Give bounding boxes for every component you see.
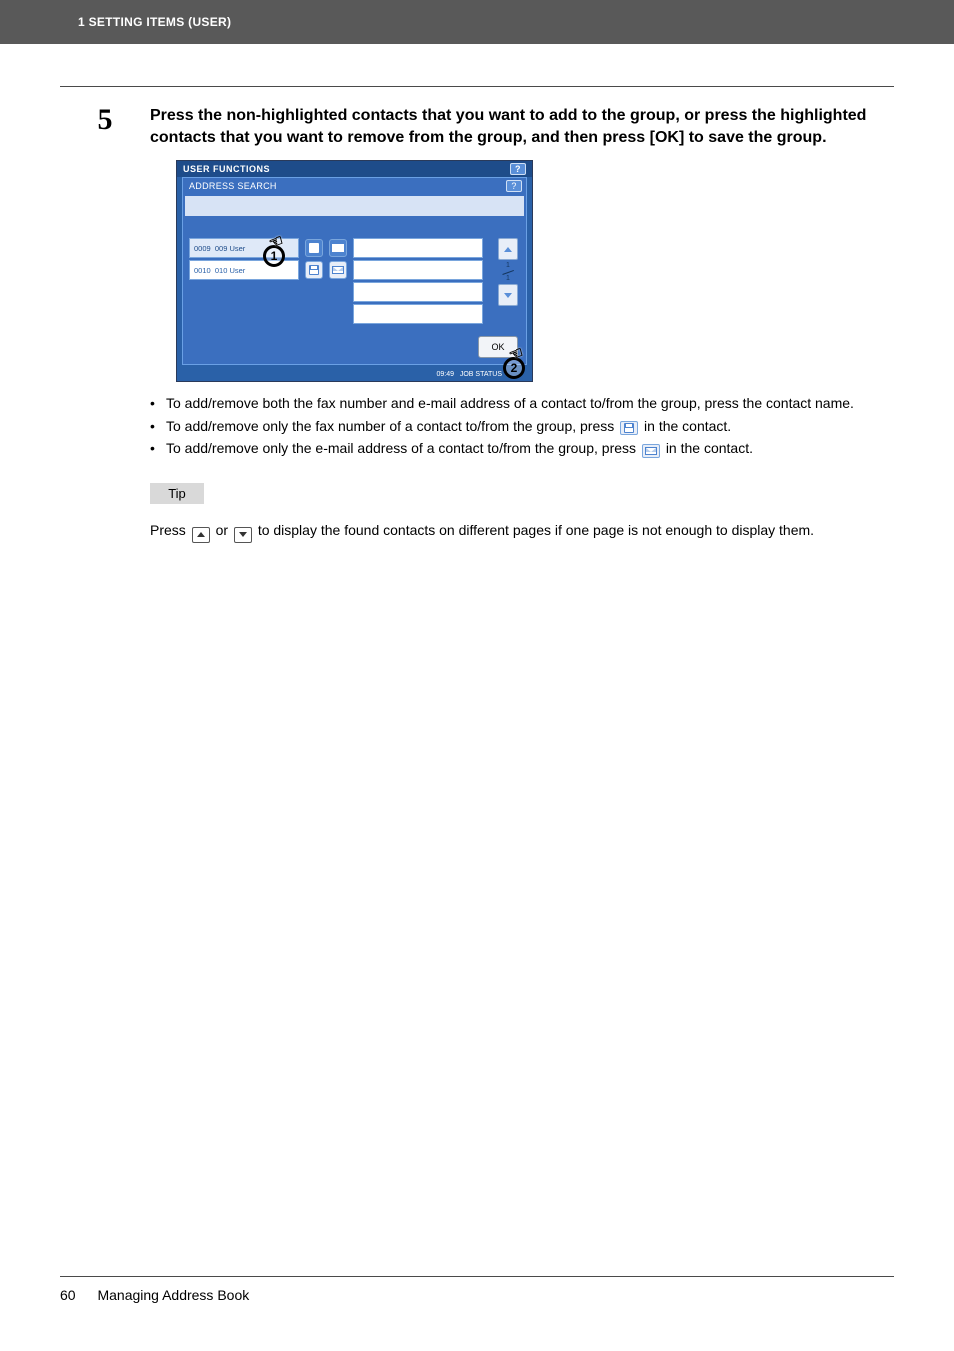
window-title: USER FUNCTIONS: [183, 164, 270, 174]
pager: 1 1: [498, 238, 518, 306]
window-help-icon[interactable]: ?: [510, 163, 526, 175]
fax-icon[interactable]: [305, 239, 323, 257]
down-key-icon: [234, 527, 252, 543]
table-row: [189, 282, 489, 302]
email-icon: [642, 444, 660, 458]
screenshot-illustration: USER FUNCTIONS ? ADDRESS SEARCH ?: [176, 160, 533, 382]
status-bar: 09:49 JOB STATUS: [177, 367, 532, 381]
page-indicator: 1 1: [498, 260, 518, 284]
table-row: [189, 304, 489, 324]
step-instruction: Press the non-highlighted contacts that …: [150, 105, 894, 148]
email-icon[interactable]: [329, 261, 347, 279]
empty-cell: [353, 238, 483, 258]
contact-table: 0009 009 User 0010: [189, 238, 489, 328]
header-title: 1 SETTING ITEMS (USER): [78, 15, 231, 29]
list-item: To add/remove both the fax number and e-…: [150, 392, 894, 414]
empty-cell: [189, 304, 299, 324]
contact-name: 010 User: [215, 266, 245, 275]
tip-text: Press or to display the found contacts o…: [150, 520, 894, 543]
footer-section: Managing Address Book: [97, 1287, 249, 1303]
contact-name: 009 User: [215, 244, 245, 253]
page-down-button[interactable]: [498, 284, 518, 306]
empty-cell: [353, 260, 483, 280]
fax-icon: [620, 421, 638, 435]
page-footer: 60 Managing Address Book: [60, 1276, 894, 1303]
step-5: 5 Press the non-highlighted contacts tha…: [60, 105, 894, 543]
contact-name-cell[interactable]: 0010 010 User: [189, 260, 299, 280]
panel-help-icon[interactable]: ?: [506, 180, 522, 192]
page-header: 1 SETTING ITEMS (USER): [0, 0, 954, 44]
panel-title: ADDRESS SEARCH: [189, 181, 277, 191]
contact-id: 0010: [194, 266, 211, 275]
empty-cell: [353, 282, 483, 302]
page-up-button[interactable]: [498, 238, 518, 260]
empty-cell: [189, 282, 299, 302]
contact-id: 0009: [194, 244, 211, 253]
page-number: 60: [60, 1287, 76, 1303]
instruction-bullets: To add/remove both the fax number and e-…: [150, 392, 894, 459]
time-label: 09:49: [436, 371, 454, 378]
list-item: To add/remove only the fax number of a c…: [150, 415, 894, 437]
table-row: 0009 009 User: [189, 238, 489, 258]
fax-icon[interactable]: [305, 261, 323, 279]
job-status-label: JOB STATUS: [460, 371, 502, 378]
email-icon[interactable]: [329, 239, 347, 257]
tip-label: Tip: [150, 483, 204, 504]
list-item: To add/remove only the e-mail address of…: [150, 437, 894, 459]
table-row: 0010 010 User: [189, 260, 489, 280]
step-number: 5: [60, 105, 150, 543]
up-key-icon: [192, 527, 210, 543]
empty-cell: [353, 304, 483, 324]
top-rule: [60, 86, 894, 87]
search-result-strip: [185, 196, 524, 216]
